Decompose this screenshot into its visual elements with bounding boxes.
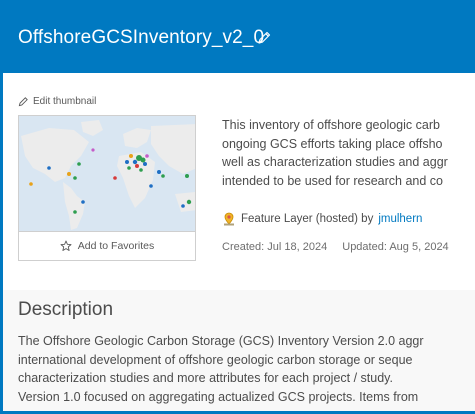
item-summary: This inventory of offshore geologic carb… (222, 116, 475, 190)
created-date: Created: Jul 18, 2024 (222, 241, 328, 253)
item-header: OffshoreGCSInventory_v2_0 (3, 3, 475, 73)
edit-thumbnail-label: Edit thumbnail (33, 96, 97, 107)
description-text: The Offshore Geologic Carbon Storage (GC… (18, 332, 475, 406)
item-dates: Created: Jul 18, 2024 Updated: Aug 5, 20… (222, 241, 449, 253)
summary-line: well as characterization studies and agg… (222, 155, 448, 169)
summary-line: This inventory of offshore geologic carb (222, 118, 440, 132)
item-overview-card: Edit thumbnail Add to Favorites This inv… (3, 73, 475, 290)
item-type-line: Feature Layer (hosted) by jmulhern (222, 212, 422, 226)
updated-date: Updated: Aug 5, 2024 (342, 241, 449, 253)
pencil-icon (18, 97, 28, 107)
add-to-favorites-label: Add to Favorites (77, 240, 155, 252)
feature-layer-icon (224, 212, 234, 226)
item-type-label: Feature Layer (hosted) by (241, 213, 374, 225)
description-line: Version 1.0 focused on aggregating actua… (18, 389, 419, 404)
description-heading: Description (18, 299, 114, 320)
summary-line: ongoing GCS efforts taking place offsho (222, 136, 443, 151)
add-to-favorites-button[interactable]: Add to Favorites (18, 231, 196, 261)
pencil-icon[interactable] (256, 30, 272, 46)
description-line: international development of offshore ge… (18, 352, 413, 367)
description-line: characterization studies and more attrib… (18, 371, 393, 385)
star-icon (60, 240, 72, 251)
owner-link[interactable]: jmulhern (378, 213, 422, 225)
edit-thumbnail-link[interactable]: Edit thumbnail (18, 96, 96, 107)
item-thumbnail (18, 115, 196, 231)
item-page: OffshoreGCSInventory_v2_0 Edit thumbnail (0, 0, 475, 414)
item-title: OffshoreGCSInventory_v2_0 (18, 27, 265, 48)
world-map-thumbnail (19, 116, 195, 231)
description-line: The Offshore Geologic Carbon Storage (GC… (18, 334, 424, 348)
summary-line: intended to be used for research and co (222, 173, 443, 188)
